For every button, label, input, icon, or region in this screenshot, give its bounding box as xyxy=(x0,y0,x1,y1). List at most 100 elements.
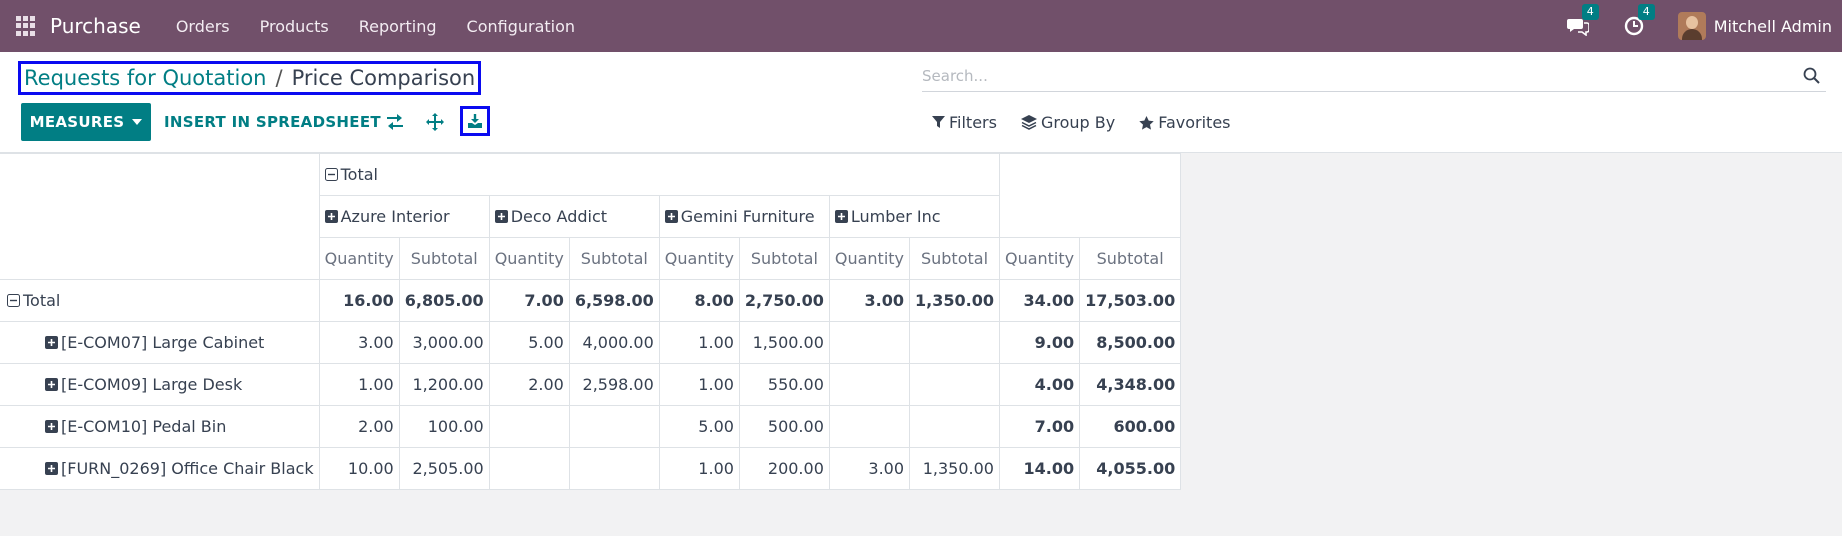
pivot-cell[interactable]: 1.00 xyxy=(658,321,740,364)
pivot-cell[interactable]: 3,000.00 xyxy=(398,321,490,364)
pivot-cell[interactable] xyxy=(828,321,911,364)
pivot-cell[interactable]: 3.00 xyxy=(828,279,911,322)
measure-header-subtotal[interactable]: Subtotal xyxy=(398,237,490,280)
pivot-cell[interactable]: 8.00 xyxy=(658,279,740,322)
measure-header-subtotal[interactable]: Subtotal xyxy=(1079,237,1182,280)
pivot-cell[interactable]: 5.00 xyxy=(488,321,570,364)
pivot-cell[interactable]: 3.00 xyxy=(828,447,911,490)
download-xlsx-button[interactable] xyxy=(460,106,490,136)
pivot-cell[interactable]: 500.00 xyxy=(738,405,830,448)
pivot-cell[interactable]: 1,350.00 xyxy=(909,279,1000,322)
pivot-cell[interactable]: 7.00 xyxy=(998,405,1081,448)
favorites-label: Favorites xyxy=(1158,113,1231,132)
pivot-cell[interactable]: 2.00 xyxy=(488,363,570,406)
pivot-cell[interactable]: 8,500.00 xyxy=(1079,321,1182,364)
group-by-dropdown[interactable]: Group By xyxy=(1020,113,1116,132)
col-header-vendor[interactable]: Gemini Furniture xyxy=(658,195,830,238)
group-by-label: Group By xyxy=(1040,113,1116,132)
measure-header-quantity[interactable]: Quantity xyxy=(998,237,1081,280)
top-navbar: Purchase Orders Products Reporting Confi… xyxy=(0,0,1842,52)
row-header-label: [E-COM10] Pedal Bin xyxy=(61,417,227,436)
pivot-cell[interactable]: 1,350.00 xyxy=(909,447,1000,490)
measure-header-quantity[interactable]: Quantity xyxy=(318,237,400,280)
menu-configuration[interactable]: Configuration xyxy=(467,17,576,36)
pivot-cell[interactable]: 3.00 xyxy=(318,321,400,364)
pivot-cell[interactable] xyxy=(828,405,911,448)
measure-header-quantity[interactable]: Quantity xyxy=(828,237,911,280)
menu-reporting[interactable]: Reporting xyxy=(359,17,437,36)
row-header-label: [E-COM07] Large Cabinet xyxy=(61,333,265,352)
pivot-cell[interactable]: 2,505.00 xyxy=(398,447,490,490)
pivot-cell[interactable]: 14.00 xyxy=(998,447,1081,490)
pivot-cell[interactable] xyxy=(488,405,570,448)
pivot-cell[interactable] xyxy=(568,405,660,448)
user-name[interactable]: Mitchell Admin xyxy=(1714,17,1832,36)
menu-products[interactable]: Products xyxy=(260,17,329,36)
pivot-cell[interactable]: 4,000.00 xyxy=(568,321,660,364)
pivot-cell[interactable]: 100.00 xyxy=(398,405,490,448)
row-header-total[interactable]: Total xyxy=(0,279,320,322)
pivot-cell[interactable]: 600.00 xyxy=(1079,405,1182,448)
pivot-cell[interactable]: 6,598.00 xyxy=(568,279,660,322)
pivot-cell[interactable] xyxy=(828,363,911,406)
row-header-product[interactable]: [E-COM07] Large Cabinet xyxy=(0,321,320,364)
pivot-cell[interactable]: 5.00 xyxy=(658,405,740,448)
pivot-cell[interactable]: 4,348.00 xyxy=(1079,363,1182,406)
measure-header-quantity[interactable]: Quantity xyxy=(488,237,570,280)
pivot-cell[interactable]: 4,055.00 xyxy=(1079,447,1182,490)
pivot-cell[interactable]: 200.00 xyxy=(738,447,830,490)
search-input[interactable] xyxy=(922,61,1782,90)
apps-menu-icon[interactable] xyxy=(16,16,36,36)
row-header-label: [FURN_0269] Office Chair Black xyxy=(61,459,314,478)
measure-header-subtotal[interactable]: Subtotal xyxy=(909,237,1000,280)
flip-axis-button[interactable] xyxy=(381,108,409,136)
pivot-cell[interactable]: 1.00 xyxy=(658,447,740,490)
pivot-cell[interactable] xyxy=(909,405,1000,448)
measures-button[interactable]: MEASURES xyxy=(21,103,151,141)
activities-button[interactable]: 4 xyxy=(1622,4,1655,38)
pivot-cell[interactable]: 16.00 xyxy=(318,279,400,322)
row-header-product[interactable]: [E-COM10] Pedal Bin xyxy=(0,405,320,448)
search-icon[interactable] xyxy=(1803,67,1820,84)
user-avatar[interactable] xyxy=(1677,12,1706,40)
col-header-total[interactable]: Total xyxy=(318,153,1000,196)
expand-all-button[interactable] xyxy=(421,108,449,136)
pivot-cell[interactable]: 1.00 xyxy=(318,363,400,406)
pivot-cell[interactable]: 550.00 xyxy=(738,363,830,406)
pivot-cell[interactable]: 10.00 xyxy=(318,447,400,490)
col-header-vendor[interactable]: Lumber Inc xyxy=(828,195,1000,238)
pivot-cell[interactable]: 6,805.00 xyxy=(398,279,490,322)
col-header-vendor[interactable]: Deco Addict xyxy=(488,195,660,238)
pivot-cell[interactable] xyxy=(909,321,1000,364)
insert-in-spreadsheet-button[interactable]: INSERT IN SPREADSHEET xyxy=(164,103,381,141)
measure-header-subtotal[interactable]: Subtotal xyxy=(568,237,660,280)
pivot-cell[interactable]: 2,598.00 xyxy=(568,363,660,406)
pivot-cell[interactable] xyxy=(488,447,570,490)
pivot-cell[interactable]: 1,200.00 xyxy=(398,363,490,406)
measure-header-subtotal[interactable]: Subtotal xyxy=(738,237,830,280)
pivot-cell[interactable] xyxy=(568,447,660,490)
menu-orders[interactable]: Orders xyxy=(176,17,230,36)
col-header-vendor[interactable]: Azure Interior xyxy=(318,195,490,238)
pivot-cell[interactable]: 1.00 xyxy=(658,363,740,406)
pivot-total-row: Total 16.00 6,805.00 7.00 6,598.00 8.00 2,750.… xyxy=(0,279,1182,322)
pivot-cell[interactable]: 7.00 xyxy=(488,279,570,322)
measure-header-quantity[interactable]: Quantity xyxy=(658,237,740,280)
pivot-cell[interactable]: 2.00 xyxy=(318,405,400,448)
favorites-dropdown[interactable]: Favorites xyxy=(1139,113,1231,132)
app-name[interactable]: Purchase xyxy=(50,14,141,38)
activities-badge: 4 xyxy=(1637,4,1655,20)
row-header-product[interactable]: [FURN_0269] Office Chair Black xyxy=(0,447,320,490)
row-header-product[interactable]: [E-COM09] Large Desk xyxy=(0,363,320,406)
pivot-cell[interactable]: 1,500.00 xyxy=(738,321,830,364)
pivot-cell[interactable]: 17,503.00 xyxy=(1079,279,1182,322)
filter-icon xyxy=(932,116,945,128)
filters-dropdown[interactable]: Filters xyxy=(932,113,997,132)
messages-button[interactable]: 4 xyxy=(1566,4,1599,38)
breadcrumb-parent-link[interactable]: Requests for Quotation xyxy=(24,66,266,90)
pivot-cell[interactable]: 34.00 xyxy=(998,279,1081,322)
pivot-cell[interactable]: 9.00 xyxy=(998,321,1081,364)
pivot-cell[interactable] xyxy=(909,363,1000,406)
pivot-cell[interactable]: 2,750.00 xyxy=(738,279,830,322)
pivot-cell[interactable]: 4.00 xyxy=(998,363,1081,406)
